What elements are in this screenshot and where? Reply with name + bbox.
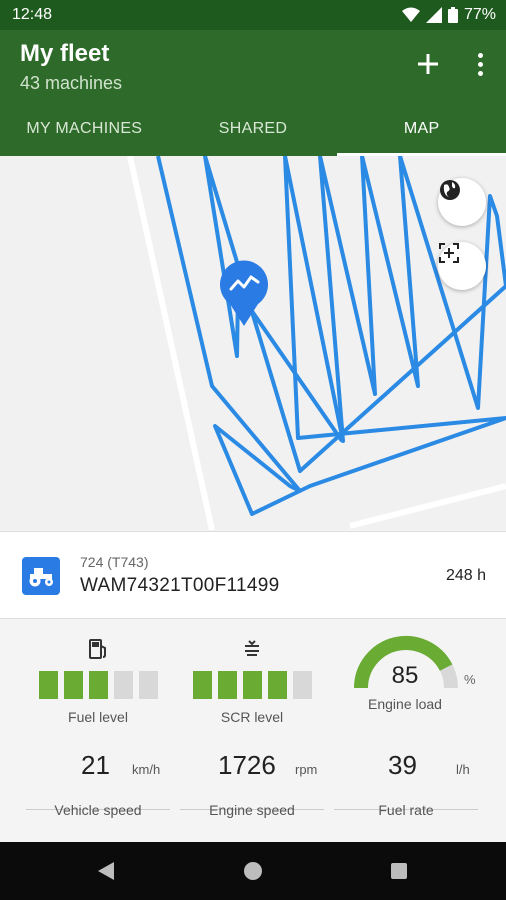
- level-segment: [88, 671, 108, 699]
- system-nav-bar: [0, 842, 506, 900]
- level-segment: [63, 671, 83, 699]
- tab-my-machines[interactable]: MY MACHINES: [0, 106, 169, 156]
- level-segment: [242, 671, 262, 699]
- fuel-level-gauge: Fuel level: [28, 638, 168, 725]
- fuel-rate-unit: l/h: [456, 762, 470, 777]
- engine-load-label: Engine load: [368, 696, 442, 712]
- field-boundary: [349, 483, 506, 529]
- signal-icon: [425, 7, 442, 23]
- fuel-rate-value: 39: [388, 750, 417, 780]
- machine-name: 724 (T743): [80, 554, 149, 570]
- level-segment: [267, 671, 287, 699]
- metrics-panel: Fuel level SCR level 85 % Engine load 21…: [0, 620, 506, 842]
- vehicle-speed-label: Vehicle speed: [54, 802, 142, 818]
- tractor-icon: [29, 568, 53, 587]
- scr-level-gauge: SCR level: [182, 638, 322, 725]
- recents-icon[interactable]: [390, 862, 408, 880]
- machine-hours: 248 h: [445, 567, 486, 584]
- engine-load-unit: %: [464, 672, 476, 687]
- recenter-button[interactable]: [438, 242, 486, 290]
- machine-type-badge: [22, 557, 60, 595]
- vehicle-speed-unit: km/h: [132, 762, 161, 777]
- level-segment: [38, 671, 58, 699]
- add-machine-button[interactable]: [412, 48, 444, 80]
- vehicle-speed-stat: 21 km/h: [26, 750, 170, 810]
- level-segment: [217, 671, 237, 699]
- engine-speed-stat: 1726 rpm: [180, 750, 324, 810]
- status-bar: 12:48 77%: [0, 0, 506, 30]
- scr-tank-icon: [245, 640, 259, 656]
- machine-location-marker[interactable]: [218, 260, 270, 328]
- more-dot-icon: [477, 52, 483, 58]
- more-options-button[interactable]: [466, 48, 494, 80]
- map-layer-button[interactable]: [438, 178, 486, 226]
- plus-icon: [418, 54, 438, 74]
- battery-icon: [447, 7, 458, 23]
- fuel-level-bars: [28, 671, 168, 699]
- page-title: My fleet: [20, 40, 110, 67]
- level-segment: [192, 671, 212, 699]
- machine-card[interactable]: 724 (T743) WAM74321T00F11499 248 h: [0, 531, 506, 619]
- fuel-level-label: Fuel level: [68, 709, 128, 725]
- app-bar: My fleet 43 machines MY MACHINES SHARED …: [0, 30, 506, 156]
- map-view[interactable]: [0, 156, 506, 530]
- more-dot-icon: [477, 61, 483, 67]
- status-time: 12:48: [12, 6, 53, 23]
- recenter-icon: [439, 243, 459, 263]
- globe-icon: [440, 180, 460, 200]
- home-icon[interactable]: [242, 860, 264, 882]
- battery-percent: 77%: [463, 6, 496, 23]
- map-canvas: [127, 156, 506, 530]
- tab-map[interactable]: MAP: [337, 106, 506, 156]
- more-dot-icon: [477, 70, 483, 76]
- scr-level-bars: [182, 671, 322, 699]
- level-segment: [292, 671, 312, 699]
- vehicle-speed-value: 21: [81, 750, 110, 780]
- engine-speed-label: Engine speed: [209, 802, 295, 818]
- machine-serial: WAM74321T00F11499: [80, 575, 280, 596]
- tab-bar: MY MACHINES SHARED MAP: [0, 106, 506, 156]
- fuel-rate-stat: 39 l/h: [334, 750, 478, 810]
- tab-shared[interactable]: SHARED: [169, 106, 338, 156]
- back-icon[interactable]: [96, 861, 116, 881]
- level-segment: [113, 671, 133, 699]
- engine-speed-unit: rpm: [295, 762, 318, 777]
- fuel-pump-icon: [89, 639, 106, 659]
- engine-speed-value: 1726: [218, 750, 276, 780]
- level-segment: [138, 671, 158, 699]
- wifi-icon: [401, 7, 420, 22]
- fuel-rate-label: Fuel rate: [378, 802, 434, 818]
- engine-load-gauge: 85 % Engine load: [346, 632, 486, 722]
- scr-level-label: SCR level: [220, 709, 284, 725]
- machine-count: 43 machines: [20, 73, 123, 93]
- engine-load-value: 85: [391, 662, 419, 689]
